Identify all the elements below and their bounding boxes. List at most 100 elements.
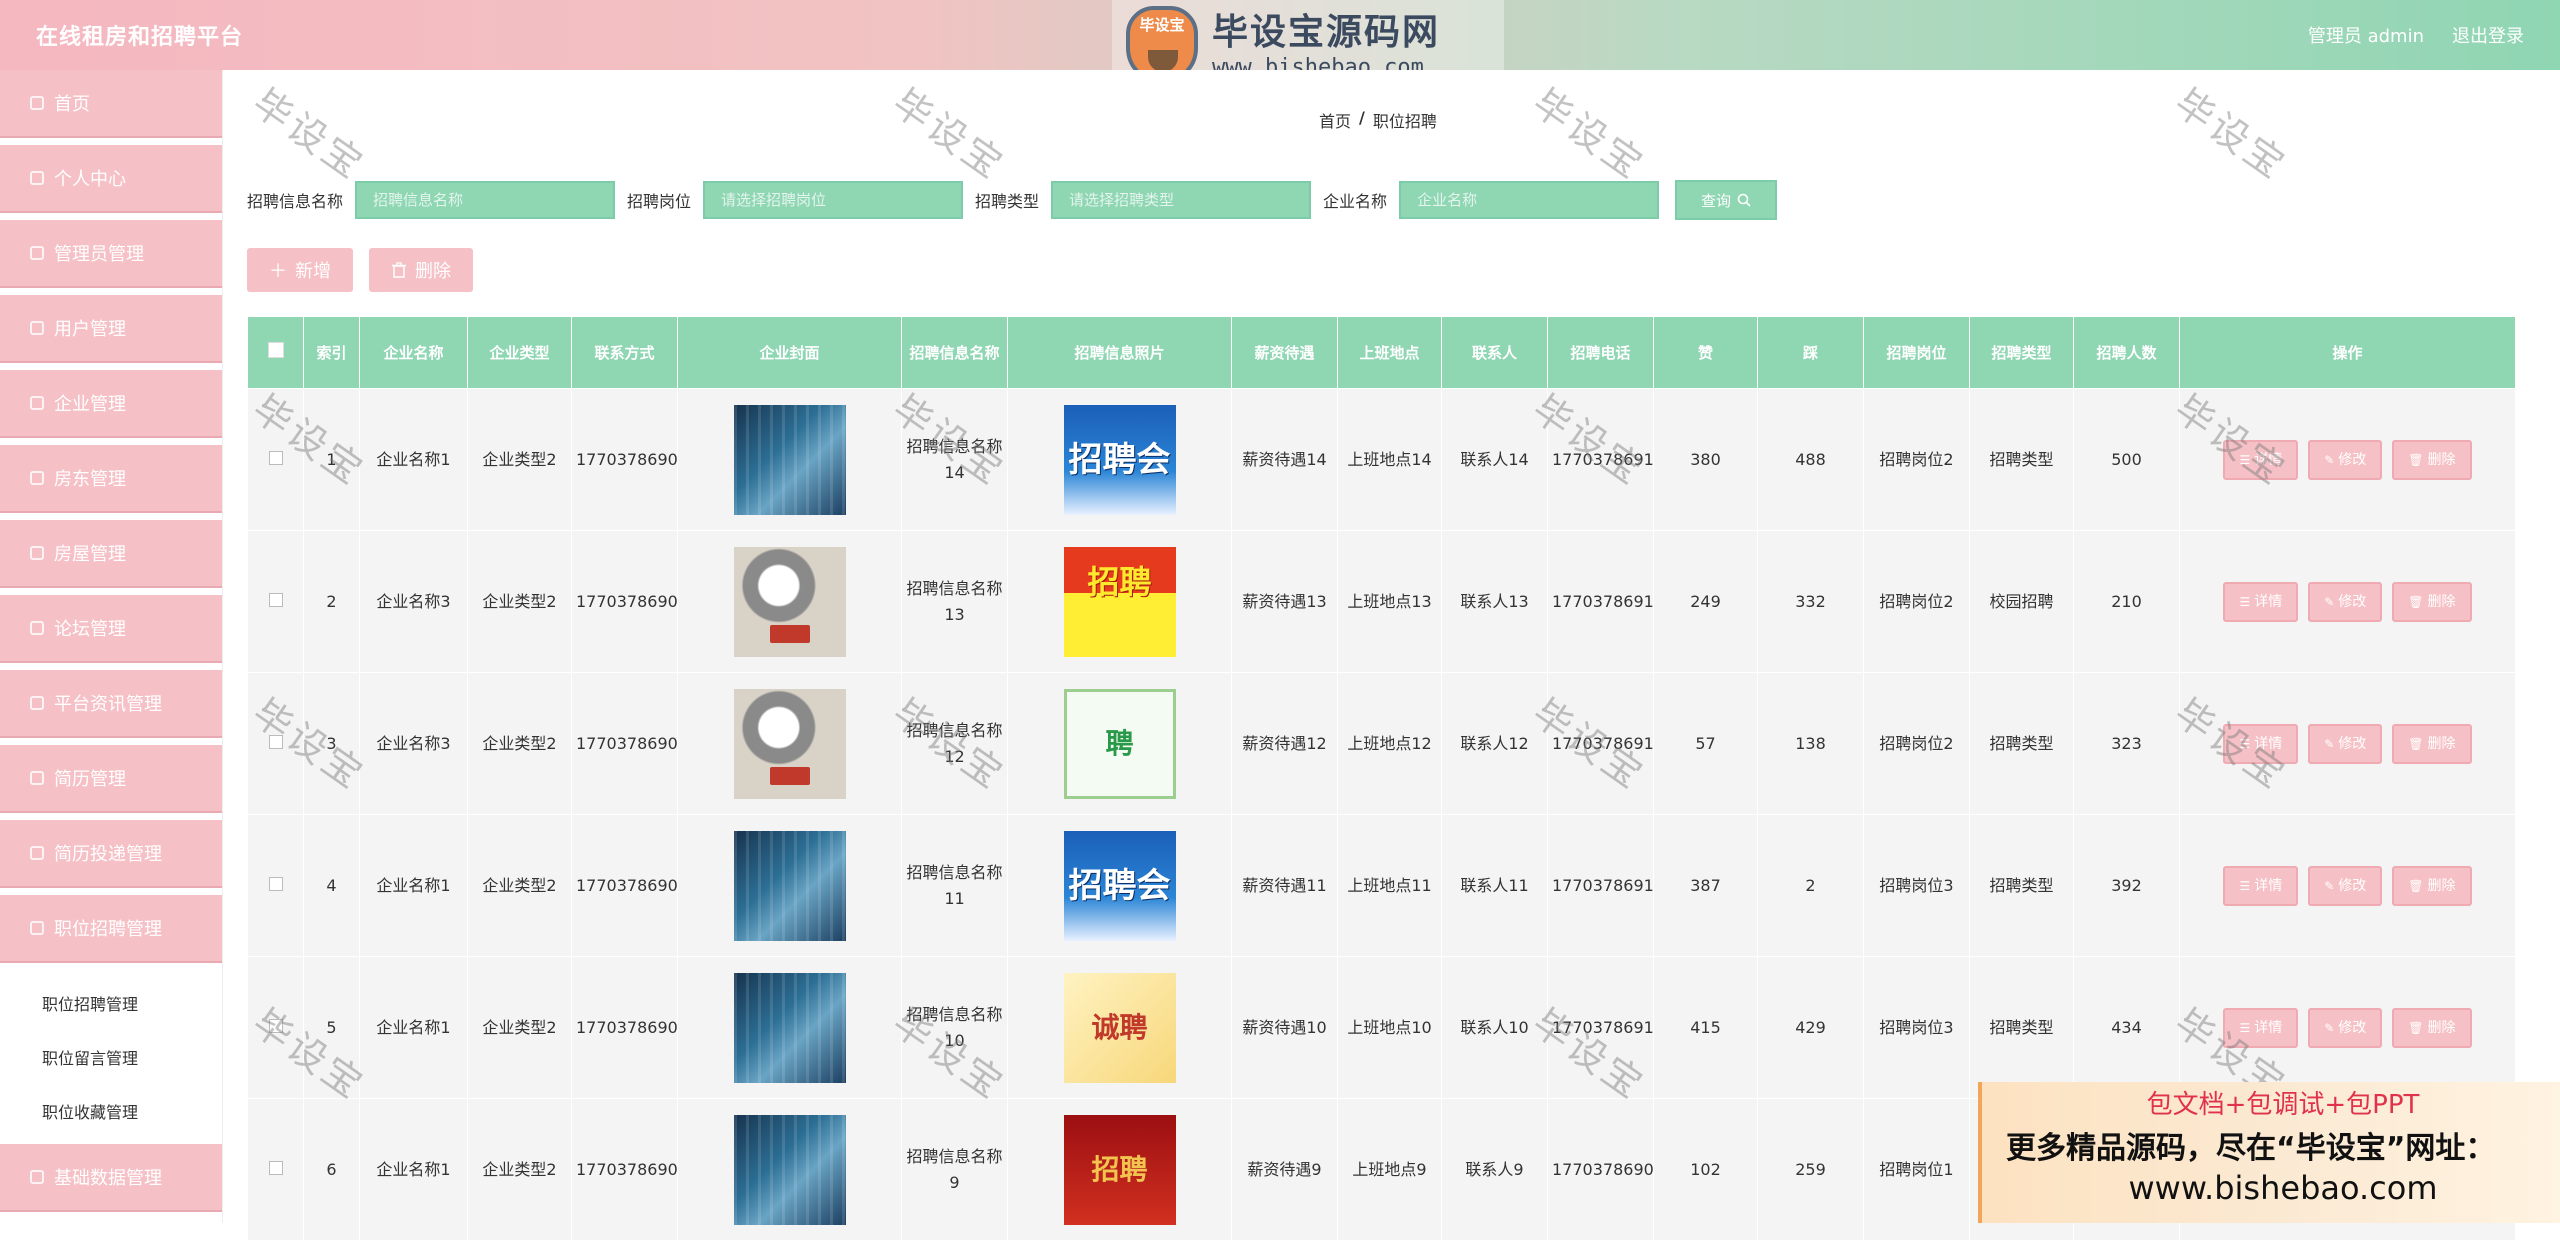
job-photo-text: 招聘 bbox=[1087, 562, 1152, 601]
delete-button-label: 删除 bbox=[2427, 451, 2456, 468]
sidebar-item-5[interactable]: 房东管理 bbox=[0, 445, 222, 513]
select-all-header[interactable] bbox=[247, 316, 304, 389]
batch-delete-button[interactable]: 删除 bbox=[369, 248, 473, 292]
breadcrumb-current: 职位招聘 bbox=[1372, 112, 1437, 131]
sidebar-item-7[interactable]: 论坛管理 bbox=[0, 595, 222, 663]
job-photo-image[interactable]: 招聘 bbox=[1063, 1114, 1176, 1225]
detail-button[interactable]: ☰详情 bbox=[2223, 1007, 2299, 1048]
menu-item-label: 企业管理 bbox=[54, 394, 126, 415]
sidebar-item-6[interactable]: 房屋管理 bbox=[0, 520, 222, 588]
row-checkbox-cell[interactable] bbox=[247, 672, 304, 815]
breadcrumb: 首页 / 职位招聘 bbox=[1319, 108, 1437, 132]
search-name-input[interactable] bbox=[355, 181, 616, 219]
job-photo-image[interactable]: 招聘 bbox=[1063, 546, 1176, 657]
job-photo-image[interactable]: 诚聘 bbox=[1063, 972, 1176, 1083]
sidebar-item-2[interactable]: 管理员管理 bbox=[0, 220, 222, 288]
breadcrumb-home[interactable]: 首页 bbox=[1319, 108, 1351, 132]
detail-button[interactable]: ☰详情 bbox=[2223, 439, 2299, 480]
company-cover-image[interactable] bbox=[733, 546, 846, 657]
sidebar-item-10[interactable]: 简历投递管理 bbox=[0, 820, 222, 888]
cell-dislike: 429 bbox=[1757, 956, 1864, 1099]
cell-salary: 薪资待遇10 bbox=[1231, 956, 1338, 1099]
cell-contact: 17703786901 bbox=[571, 814, 678, 957]
company-cover-image[interactable] bbox=[733, 1114, 846, 1225]
delete-button[interactable]: 🗑删除 bbox=[2392, 439, 2472, 480]
sidebar-item-4[interactable]: 企业管理 bbox=[0, 370, 222, 438]
cell-index: 5 bbox=[303, 956, 360, 1099]
job-photo-image[interactable]: 招聘会 bbox=[1063, 830, 1176, 941]
column-header: 踩 bbox=[1757, 316, 1864, 389]
edit-button[interactable]: ✎修改 bbox=[2308, 581, 2383, 622]
company-cover-image[interactable] bbox=[733, 404, 846, 515]
detail-button[interactable]: ☰详情 bbox=[2223, 581, 2299, 622]
delete-button[interactable]: 🗑删除 bbox=[2392, 1007, 2472, 1048]
sidebar-subitem-1[interactable]: 职位留言管理 bbox=[0, 1030, 222, 1084]
sidebar-item-0[interactable]: 首页 bbox=[0, 70, 222, 138]
company-cover-image[interactable] bbox=[733, 688, 846, 799]
plus-icon: ＋ bbox=[269, 261, 287, 282]
delete-button[interactable]: 🗑删除 bbox=[2392, 581, 2472, 622]
admin-user-label[interactable]: 管理员 admin bbox=[2308, 22, 2424, 48]
search-button[interactable]: 查询 bbox=[1675, 180, 1778, 220]
company-cover-image[interactable] bbox=[733, 830, 846, 941]
row-checkbox-cell[interactable] bbox=[247, 388, 304, 531]
cell-ctype: 企业类型2 bbox=[467, 814, 572, 957]
row-checkbox[interactable] bbox=[268, 1160, 283, 1175]
search-type-select[interactable] bbox=[1051, 181, 1312, 219]
row-checkbox-cell[interactable] bbox=[247, 956, 304, 1099]
column-header: 招聘岗位 bbox=[1863, 316, 1970, 389]
row-checkbox-cell[interactable] bbox=[247, 1098, 304, 1241]
row-checkbox[interactable] bbox=[268, 1018, 283, 1033]
job-photo-text: 诚聘 bbox=[1091, 1010, 1148, 1044]
trash-icon: 🗑 bbox=[2408, 452, 2424, 467]
sidebar-item-9[interactable]: 简历管理 bbox=[0, 745, 222, 813]
row-checkbox-cell[interactable] bbox=[247, 530, 304, 673]
select-all-checkbox[interactable] bbox=[267, 342, 284, 358]
batch-delete-label: 删除 bbox=[415, 261, 451, 282]
cell-phone: 17703786912 bbox=[1547, 672, 1654, 815]
sidebar-item-extra-0[interactable]: 基础数据管理 bbox=[0, 1144, 222, 1212]
sidebar-subitem-2[interactable]: 职位收藏管理 bbox=[0, 1084, 222, 1138]
menu-item-label: 论坛管理 bbox=[54, 619, 126, 640]
job-photo-image[interactable]: 聘 bbox=[1063, 688, 1176, 799]
row-checkbox[interactable] bbox=[268, 876, 283, 891]
company-cover-cell bbox=[677, 388, 902, 531]
sidebar-item-11[interactable]: 职位招聘管理 bbox=[0, 895, 222, 963]
table-row: 1 企业名称1 企业类型2 17703786901 招聘信息名称14 招聘会 薪资待遇14 上… bbox=[247, 388, 2516, 531]
sidebar-item-8[interactable]: 平台资讯管理 bbox=[0, 670, 222, 738]
detail-button[interactable]: ☰详情 bbox=[2223, 723, 2299, 764]
column-header: 招聘电话 bbox=[1547, 316, 1654, 389]
search-company-input[interactable] bbox=[1399, 181, 1660, 219]
cell-person: 联系人9 bbox=[1441, 1098, 1548, 1241]
sidebar-item-3[interactable]: 用户管理 bbox=[0, 295, 222, 363]
detail-button[interactable]: ☰详情 bbox=[2223, 865, 2299, 906]
cell-place: 上班地点14 bbox=[1337, 388, 1442, 531]
sidebar-item-1[interactable]: 个人中心 bbox=[0, 145, 222, 213]
row-checkbox[interactable] bbox=[268, 734, 283, 749]
row-checkbox[interactable] bbox=[268, 450, 283, 465]
column-header: 招聘信息名称 bbox=[901, 316, 1008, 389]
company-cover-image[interactable] bbox=[733, 972, 846, 1083]
pencil-icon: ✎ bbox=[2324, 1020, 2335, 1035]
logout-link[interactable]: 退出登录 bbox=[2452, 22, 2524, 48]
job-photo-cell: 招聘会 bbox=[1007, 814, 1232, 957]
search-post-select[interactable] bbox=[703, 181, 964, 219]
row-checkbox-cell[interactable] bbox=[247, 814, 304, 957]
promo-banner[interactable]: 包文档+包调试+包PPT 更多精品源码，尽在“毕设宝”网址： www.bishe… bbox=[1978, 1082, 2560, 1223]
edit-button[interactable]: ✎修改 bbox=[2308, 865, 2383, 906]
row-checkbox[interactable] bbox=[268, 592, 283, 607]
detail-button-label: 详情 bbox=[2254, 1019, 2283, 1036]
edit-button[interactable]: ✎修改 bbox=[2308, 1007, 2383, 1048]
cell-salary: 薪资待遇11 bbox=[1231, 814, 1338, 957]
cell-place: 上班地点12 bbox=[1337, 672, 1442, 815]
add-button[interactable]: ＋ 新增 bbox=[247, 248, 353, 292]
delete-button[interactable]: 🗑删除 bbox=[2392, 865, 2472, 906]
cell-post: 招聘岗位2 bbox=[1863, 530, 1970, 673]
job-photo-image[interactable]: 招聘会 bbox=[1063, 404, 1176, 515]
edit-button[interactable]: ✎修改 bbox=[2308, 723, 2383, 764]
sidebar-subitem-0[interactable]: 职位招聘管理 bbox=[0, 976, 222, 1030]
cell-index: 2 bbox=[303, 530, 360, 673]
edit-button[interactable]: ✎修改 bbox=[2308, 439, 2383, 480]
delete-button[interactable]: 🗑删除 bbox=[2392, 723, 2472, 764]
pencil-icon: ✎ bbox=[2324, 878, 2335, 893]
